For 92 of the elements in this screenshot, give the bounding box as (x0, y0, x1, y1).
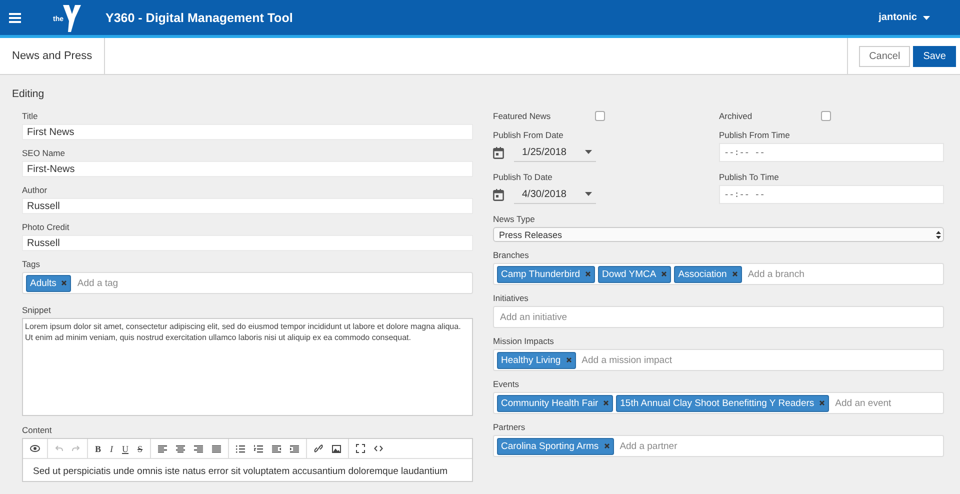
remove-icon[interactable] (585, 271, 592, 277)
tag-chip[interactable]: Adults (26, 274, 72, 292)
section-title: Editing (11, 87, 46, 102)
tag-placeholder: Add a mission impact (582, 354, 672, 366)
code-icon[interactable] (374, 445, 383, 452)
numbered-list-icon[interactable] (254, 444, 263, 452)
tag-placeholder: Add a branch (748, 268, 804, 280)
spinner-caret-icon (936, 230, 941, 238)
cancel-button[interactable]: Cancel (859, 46, 910, 66)
field-label: Initiatives (493, 293, 528, 303)
text-field[interactable]: First News (22, 124, 473, 140)
field-label: Title (22, 111, 38, 121)
format-button[interactable]: B (95, 444, 102, 454)
remove-icon[interactable] (566, 357, 572, 363)
eye-icon[interactable] (30, 445, 40, 452)
rich-text-editor[interactable]: B I U S Sed ut perspiciatis unde omnis iste natus error sit voluptatem accusantium doloremque laudantium (22, 438, 473, 482)
field-label: SEO Name (22, 148, 65, 158)
calendar-icon[interactable] (493, 188, 504, 200)
tag-chip[interactable]: 15th Annual Clay Shoot Benefitting Y Readers (616, 394, 830, 412)
tag-chip[interactable]: Community Health Fair (497, 394, 614, 412)
field-label: Partners (493, 422, 526, 432)
field-label: Publish To Time (719, 172, 779, 182)
align-left-icon[interactable] (158, 444, 167, 452)
tag-placeholder: Add an initiative (500, 312, 568, 322)
text-field[interactable]: Russell (22, 198, 473, 214)
align-right-icon[interactable] (194, 444, 203, 452)
caret-icon (585, 150, 592, 154)
calendar-icon[interactable] (493, 146, 504, 158)
checkbox[interactable] (595, 111, 605, 121)
field-label: Events (493, 379, 519, 389)
field-label: Publish From Time (719, 130, 790, 140)
field-label: Mission Impacts (493, 336, 554, 346)
align-center-icon[interactable] (176, 444, 185, 452)
checkbox-label: Featured News (493, 111, 552, 121)
tag-chip[interactable]: Dowd YMCA (598, 266, 672, 282)
image-icon[interactable] (332, 444, 341, 452)
field-label: Publish From Date (493, 130, 564, 140)
tag-chip[interactable]: Association (674, 266, 742, 282)
tag-input[interactable]: Camp Thunderbird Dowd YMCA Association Add a branch (493, 263, 944, 285)
tag-input[interactable]: Add an initiative (493, 306, 944, 328)
field-label: Photo Credit (22, 222, 70, 232)
link-icon[interactable] (314, 444, 323, 453)
field-label: Author (22, 185, 48, 195)
tag-chip[interactable]: Carolina Sporting Arms (497, 438, 614, 454)
snippet-textarea[interactable]: Lorem ipsum dolor sit amet, consectetur adipiscing elit, sed do eiusmod tempor incididunt ut labore et dolore magna aliqua. Ut enim ad minim veniam, quis nostrud exercitation ullamco laboris nisi ut aliquip ex ea commodo consequat. (22, 318, 473, 416)
text-field[interactable]: Russell (22, 235, 473, 251)
editor-text: Sed ut perspiciatis unde omnis iste natus error sit voluptatem accusantium doloremque laudantium (32, 465, 449, 479)
tag-chip[interactable]: Camp Thunderbird (497, 266, 596, 282)
tag-input[interactable]: Healthy Living Add a mission impact (493, 349, 944, 371)
time-field[interactable]: --:-- -- (719, 185, 944, 204)
remove-icon[interactable] (661, 271, 668, 277)
tag-input[interactable]: Carolina Sporting Arms Add a partner (493, 435, 944, 457)
format-button[interactable]: U (122, 444, 129, 454)
fullscreen-icon[interactable] (356, 444, 365, 453)
remove-icon[interactable] (604, 443, 610, 449)
outdent-icon[interactable] (272, 444, 281, 452)
field-label: Tags (22, 259, 40, 269)
menu-icon[interactable] (9, 12, 21, 22)
field-label: Publish To Date (493, 172, 552, 182)
field-label: Snippet (22, 305, 51, 315)
remove-icon[interactable] (732, 271, 738, 277)
caret-icon (923, 16, 930, 20)
app-title: Y360 - Digital Management Tool (106, 10, 293, 24)
remove-icon[interactable] (61, 280, 68, 286)
page-title: News and Press (0, 38, 105, 74)
tag-placeholder: Add an event (835, 398, 892, 408)
user-menu[interactable]: jantonic (878, 12, 930, 23)
indent-icon[interactable] (290, 444, 299, 452)
date-picker[interactable]: 1/25/2018 (514, 144, 596, 162)
remove-icon[interactable] (819, 400, 826, 406)
format-button[interactable]: S (138, 444, 143, 454)
tag-input[interactable]: Adults Add a tag (22, 272, 473, 294)
tag-placeholder: Add a tag (77, 278, 118, 288)
news-type-select[interactable]: Press Releases (493, 227, 944, 242)
justify-icon[interactable] (212, 444, 221, 452)
checkbox[interactable] (821, 111, 831, 121)
text-field[interactable]: First-News (22, 161, 473, 177)
field-label: News Type (493, 214, 535, 224)
field-label: Content (22, 425, 52, 435)
remove-icon[interactable] (603, 400, 610, 406)
tag-chip[interactable]: Healthy Living (497, 352, 576, 368)
field-label: Branches (493, 250, 529, 260)
y-logo-icon (62, 2, 82, 32)
bullet-list-icon[interactable] (236, 444, 245, 452)
format-button[interactable]: I (110, 444, 114, 454)
tag-input[interactable]: Community Health Fair 15th Annual Clay Shoot Benefitting Y Readers Add an event (493, 392, 944, 414)
caret-icon (585, 192, 592, 196)
date-picker[interactable]: 4/30/2018 (514, 186, 596, 204)
save-button[interactable]: Save (913, 46, 956, 66)
tag-placeholder: Add a partner (620, 440, 678, 452)
checkbox-label: Archived (719, 111, 754, 121)
time-field[interactable]: --:-- -- (719, 143, 944, 162)
